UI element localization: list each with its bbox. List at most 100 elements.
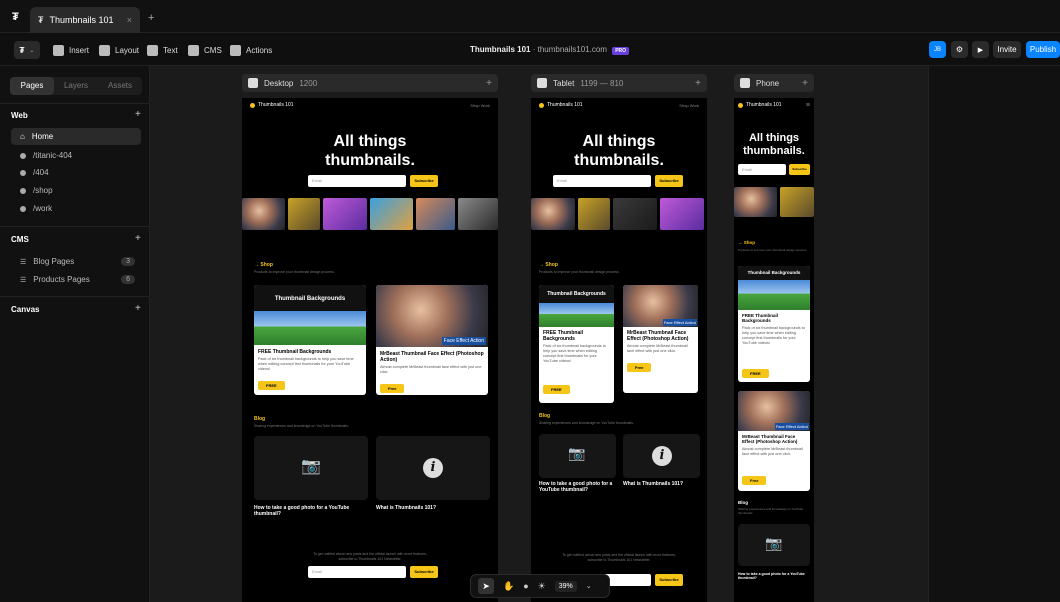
shop-heading: → Shop [738, 240, 755, 245]
shop-subtitle: Products to improve your thumbnail desig… [738, 248, 808, 252]
blog-card-image[interactable]: 📷 [738, 524, 810, 566]
page-item-404[interactable]: /404 [11, 164, 141, 181]
subscribe-button[interactable]: Subscribe [410, 175, 438, 187]
product-card-face-effect[interactable]: Face Effect Action MrBeast Thumbnail Fac… [738, 391, 810, 491]
tab-layers[interactable]: Layers [54, 77, 98, 95]
layout-button[interactable]: Layout [99, 42, 139, 58]
card-image [738, 280, 810, 310]
blog-post-title[interactable]: How to take a good photo for a YouTube t… [738, 572, 810, 581]
plus-square-icon [53, 44, 64, 56]
subscribe-button[interactable]: Subscribe [789, 164, 810, 175]
product-card-backgrounds[interactable]: Thumbnail Backgrounds FREE Thumbnail Bac… [738, 266, 810, 382]
phone-frame[interactable]: Thumbnails 101 ≡ All things thumbnails. … [734, 98, 814, 602]
brightness-icon[interactable]: ☀ [538, 581, 546, 592]
subscribe-button[interactable]: Subscribe [655, 574, 683, 586]
subscribe-button[interactable]: Subscribe [655, 175, 683, 187]
subscribe-button[interactable]: Subscribe [410, 566, 438, 578]
desktop-breakpoint-label[interactable]: Desktop 1200 + [242, 74, 498, 92]
add-canvas-button[interactable]: + [135, 303, 141, 314]
invite-button[interactable]: Invite [993, 41, 1021, 58]
email-input[interactable]: Email [738, 164, 786, 175]
publish-button[interactable]: Publish [1026, 41, 1060, 58]
card-button[interactable]: Free [627, 362, 652, 372]
card-title: MrBeast Thumbnail Face Effect (Photoshop… [627, 330, 689, 342]
product-card-backgrounds[interactable]: Thumbnail Backgrounds FREE Thumbnail Bac… [254, 285, 366, 395]
avatar[interactable]: JB [929, 41, 946, 58]
close-tab-icon[interactable]: × [127, 15, 132, 25]
editor-toolbar: ₮ ⌄ Insert Layout Text CMS Actions Thumbn… [0, 33, 1060, 66]
actions-button[interactable]: Actions [230, 42, 272, 58]
page-item-shop[interactable]: /shop [11, 182, 141, 199]
preview-play-icon[interactable]: ▶ [972, 41, 989, 58]
card-button[interactable]: Free [742, 475, 767, 485]
chevron-down-icon[interactable]: ⌄ [586, 582, 592, 590]
cms-button[interactable]: CMS [188, 42, 222, 58]
new-tab-button[interactable]: + [148, 12, 154, 24]
settings-gear-icon[interactable]: ⚙ [951, 41, 968, 58]
tablet-breakpoint-label[interactable]: Tablet 1199 — 810 + [531, 74, 707, 92]
card-image [254, 311, 366, 345]
blog-card-image[interactable]: i [376, 436, 490, 500]
card-button[interactable]: Free [380, 383, 405, 393]
thumbnail-image [613, 198, 657, 230]
canvas-section-title: Canvas [11, 305, 40, 314]
nav-links[interactable]: Shop Work [679, 103, 699, 108]
tab-assets[interactable]: Assets [98, 77, 142, 95]
site-title[interactable]: Thumbnails 101 · thumbnails101.com PRO [470, 45, 630, 55]
breakpoint-name: Tablet [553, 78, 575, 88]
shop-subtitle: Products to improve your thumbnail desig… [254, 270, 335, 274]
insert-button[interactable]: Insert [53, 42, 89, 58]
nav-links[interactable]: Shop Work [470, 103, 490, 108]
text-icon [147, 44, 158, 56]
blog-card-image[interactable]: 📷 [539, 434, 616, 478]
newsletter-text: To get notified about new posts and the … [562, 553, 676, 562]
site-nav: Thumbnails 101 Shop Work [242, 98, 498, 112]
card-button[interactable]: FREE [742, 368, 769, 378]
add-breakpoint-icon[interactable]: + [802, 78, 808, 89]
email-input[interactable]: Email [308, 566, 406, 578]
tab-pages[interactable]: Pages [10, 77, 54, 95]
card-button[interactable]: FREE [258, 380, 285, 390]
page-item-titanic-404[interactable]: /titanic-404 [11, 147, 141, 164]
tablet-frame[interactable]: Thumbnails 101 Shop Work All things thum… [531, 98, 707, 602]
cursor-select-icon[interactable]: ➤ [478, 578, 494, 594]
blog-post-title[interactable]: What is Thumbnails 101? [376, 505, 488, 511]
product-card-face-effect[interactable]: Face Effect Action MrBeast Thumbnail Fac… [623, 285, 698, 393]
text-button[interactable]: Text [147, 42, 178, 58]
blog-post-title[interactable]: How to take a good photo for a YouTube t… [254, 505, 366, 518]
card-button[interactable]: FREE [543, 385, 570, 394]
product-card-backgrounds[interactable]: Thumbnail Backgrounds FREE Thumbnail Bac… [539, 285, 614, 403]
comment-icon[interactable]: ● [523, 581, 528, 591]
card-title: MrBeast Thumbnail Face Effect (Photoshop… [380, 351, 484, 363]
document-tab[interactable]: ₮ Thumbnails 101 × [30, 7, 140, 33]
main-menu-button[interactable]: ₮ ⌄ [14, 41, 40, 59]
hamburger-menu-icon[interactable]: ≡ [806, 102, 810, 109]
hero-line: thumbnails. [574, 152, 664, 169]
zoom-level[interactable]: 39% [554, 580, 577, 592]
hand-pan-icon[interactable]: ✋ [503, 581, 514, 592]
add-breakpoint-icon[interactable]: + [486, 78, 492, 89]
add-page-button[interactable]: + [135, 109, 141, 120]
page-item-work[interactable]: /work [11, 200, 141, 217]
desktop-frame[interactable]: Thumbnails 101 Shop Work All things thum… [242, 98, 498, 602]
add-collection-button[interactable]: + [135, 233, 141, 244]
blog-post-title[interactable]: What is Thumbnails 101? [623, 481, 700, 487]
window-tab-bar: ₮ ₮ Thumbnails 101 × + [0, 0, 1060, 33]
phone-breakpoint-label[interactable]: Phone + [734, 74, 814, 92]
framer-logo-icon[interactable]: ₮ [12, 11, 19, 23]
canvas[interactable]: Desktop 1200 + Tablet 1199 — 810 + Phone… [150, 66, 928, 602]
left-sidebar: Pages Layers Assets Web + ⌂ Home /titanic… [0, 66, 150, 602]
add-breakpoint-icon[interactable]: + [695, 78, 701, 89]
blog-card-image[interactable]: 📷 [254, 436, 368, 500]
email-input[interactable]: Email [553, 175, 651, 187]
cms-item-products-pages[interactable]: ☰ Products Pages 6 [11, 271, 141, 288]
breakpoint-name: Desktop [264, 78, 294, 88]
email-input[interactable]: Email [308, 175, 406, 187]
layout-label: Layout [115, 45, 140, 55]
cms-item-blog-pages[interactable]: ☰ Blog Pages 3 [11, 253, 141, 270]
blog-post-title[interactable]: How to take a good photo for a YouTube t… [539, 481, 616, 494]
blog-card-image[interactable]: i [623, 434, 700, 478]
card-title: FREE Thumbnail Backgrounds [543, 330, 583, 342]
product-card-face-effect[interactable]: Face Effect Action MrBeast Thumbnail Fac… [376, 285, 488, 395]
page-item-home[interactable]: ⌂ Home [11, 128, 141, 145]
